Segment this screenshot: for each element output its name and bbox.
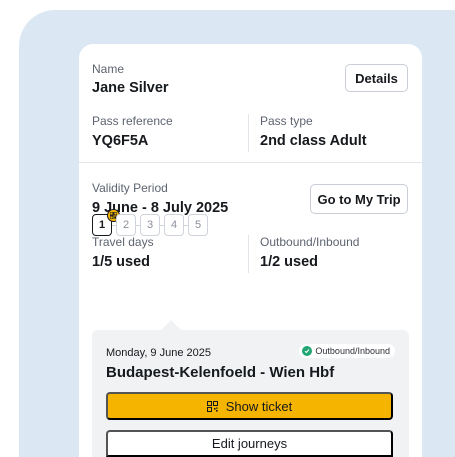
column-divider xyxy=(248,114,249,152)
day-2-chip[interactable]: 2 xyxy=(116,214,136,236)
journey-card: Monday, 9 June 2025 Outbound/Inbound Bud… xyxy=(92,330,409,457)
status-badge: Outbound/Inbound xyxy=(299,344,395,358)
day-1-chip[interactable]: 1 xyxy=(92,209,120,236)
pass-type-value: 2nd class Adult xyxy=(260,133,367,149)
outbound-inbound-value: 1/2 used xyxy=(260,254,319,270)
journey-date: Monday, 9 June 2025 xyxy=(106,347,211,359)
status-text: Outbound/Inbound xyxy=(315,346,390,356)
show-ticket-button[interactable]: Show ticket xyxy=(106,392,393,420)
pass-reference-value: YQ6F5A xyxy=(92,133,149,149)
go-to-my-trip-button[interactable]: Go to My Trip xyxy=(310,184,408,214)
name-label: Name xyxy=(92,62,125,76)
travel-day-selector: 1 2 3 4 5 xyxy=(92,209,292,242)
show-ticket-label: Show ticket xyxy=(225,398,293,414)
pass-reference-label: Pass reference xyxy=(92,114,173,128)
edit-journeys-button[interactable]: Edit journeys xyxy=(106,430,393,457)
travel-days-value: 1/5 used xyxy=(92,254,151,270)
journey-route: Budapest-Kelenfoeld - Wien Hbf xyxy=(106,364,335,381)
validity-label: Validity Period xyxy=(92,181,168,195)
day-number: 1 xyxy=(98,219,106,231)
day-3-chip[interactable]: 3 xyxy=(140,214,160,236)
check-circle-icon xyxy=(302,346,313,356)
details-button[interactable]: Details xyxy=(345,64,408,92)
day-5-chip[interactable]: 5 xyxy=(188,214,208,236)
day-4-chip[interactable]: 4 xyxy=(164,214,184,236)
pass-card: Name Jane Silver Details Pass reference … xyxy=(79,44,422,457)
qr-code-icon xyxy=(206,400,218,412)
pass-type-label: Pass type xyxy=(260,114,313,128)
pass-info-section: Name Jane Silver Details Pass reference … xyxy=(79,44,422,162)
name-value: Jane Silver xyxy=(92,80,169,96)
